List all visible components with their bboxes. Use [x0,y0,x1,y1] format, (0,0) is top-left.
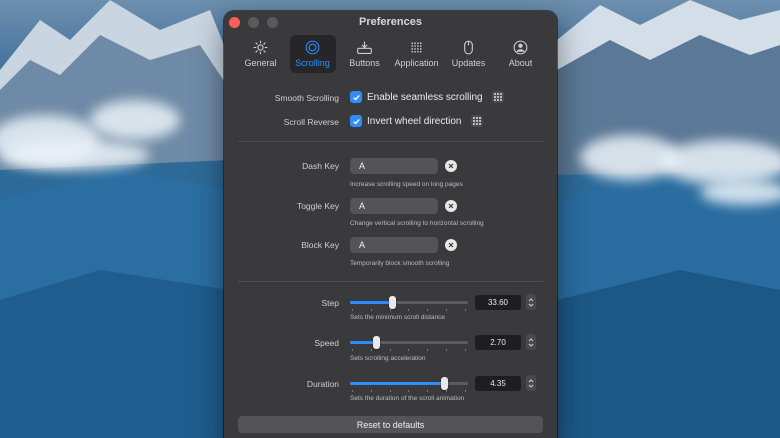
slider-ticks [352,390,466,392]
speed-label: Speed [314,338,339,348]
scroll-reverse-label: Scroll Reverse [283,117,339,127]
dash-key-field[interactable]: A [350,158,438,174]
step-slider[interactable] [350,296,468,311]
scroll-wheel-icon [305,40,320,55]
speed-value-field[interactable]: 2.70 [475,335,521,350]
slider-thumb[interactable] [388,296,396,309]
step-value-field[interactable]: 33.60 [475,295,521,310]
checkmark-icon [352,94,360,101]
slider-fill [350,382,445,385]
block-key-field[interactable]: A [350,237,438,253]
speed-slider[interactable] [350,336,468,351]
grid-icon [472,117,481,125]
grid-icon [493,93,502,101]
speed-stepper[interactable] [526,334,536,350]
slider-thumb[interactable] [441,377,449,390]
gear-icon [253,40,268,55]
clear-dash-key-button[interactable] [445,160,457,172]
duration-hint: Sets the duration of the scroll animatio… [350,395,465,402]
clear-block-key-button[interactable] [445,239,457,251]
tab-label: About [508,58,533,68]
window-title: Preferences [359,16,422,28]
slider-fill [350,301,393,304]
duration-label: Duration [306,379,339,389]
scroll-reverse-checkbox[interactable]: Invert wheel direction [350,115,483,127]
block-key-hint: Temporarily block smooth scrolling [350,260,450,267]
duration-stepper[interactable] [526,375,536,391]
tab-label: Updates [451,58,486,68]
block-key-label: Block Key [301,240,339,250]
toggle-key-field[interactable]: A [350,198,438,214]
tab-about[interactable]: About [498,35,544,73]
close-icon [448,163,454,169]
title-bar: Preferences [224,11,557,33]
step-hint: Sets the minimum scroll distance [350,314,446,321]
checkbox-label: Enable seamless scrolling [367,91,483,103]
preferences-window: Preferences General Scrolling Buttons Ap… [224,11,557,438]
tab-general[interactable]: General [238,35,284,73]
checkbox-checked[interactable] [350,91,362,103]
duration-value-field[interactable]: 4.35 [475,376,521,391]
tab-label: Scrolling [295,58,330,68]
preferences-toolbar: General Scrolling Buttons Application Up… [224,35,557,75]
close-icon [448,242,454,248]
close-icon [448,203,454,209]
slider-ticks [352,309,466,311]
clear-toggle-key-button[interactable] [445,200,457,212]
speed-hint: Sets scrolling acceleration [350,355,426,362]
toggle-key-label: Toggle Key [296,201,339,211]
reset-to-defaults-button[interactable]: Reset to defaults [238,416,543,433]
step-stepper[interactable] [526,294,536,310]
dash-key-hint: Increase scrolling speed on long pages [350,181,463,188]
up-down-chevron-icon [528,337,534,347]
smooth-scrolling-options-button[interactable] [491,91,504,103]
tab-label: General [244,58,277,68]
mouse-icon [464,40,473,55]
tray-arrow-icon [357,41,372,55]
tab-updates[interactable]: Updates [446,35,492,73]
toggle-key-hint: Change vertical scrolling to horizontal … [350,220,484,227]
divider [238,281,543,282]
tab-scrolling[interactable]: Scrolling [289,35,336,73]
tab-label: Application [394,58,439,68]
checkmark-icon [352,118,360,125]
up-down-chevron-icon [528,378,534,388]
tab-label: Buttons [349,58,380,68]
divider [238,141,543,142]
slider-ticks [352,349,466,351]
smooth-scrolling-label: Smooth Scrolling [274,93,339,103]
up-down-chevron-icon [528,297,534,307]
scroll-reverse-options-button[interactable] [470,115,483,127]
dash-key-label: Dash Key [302,161,339,171]
step-label: Step [321,298,340,308]
tab-buttons[interactable]: Buttons [342,35,388,73]
tab-application[interactable]: Application [394,35,440,73]
checkbox-checked[interactable] [350,115,362,127]
person-circle-icon [513,40,528,55]
checkbox-label: Invert wheel direction [367,115,462,127]
duration-slider[interactable] [350,377,468,392]
grid-dots-icon [411,42,422,53]
scrolling-options: Smooth Scrolling Enable seamless scrolli… [224,75,557,435]
smooth-scrolling-checkbox[interactable]: Enable seamless scrolling [350,91,504,103]
slider-thumb[interactable] [373,336,381,349]
